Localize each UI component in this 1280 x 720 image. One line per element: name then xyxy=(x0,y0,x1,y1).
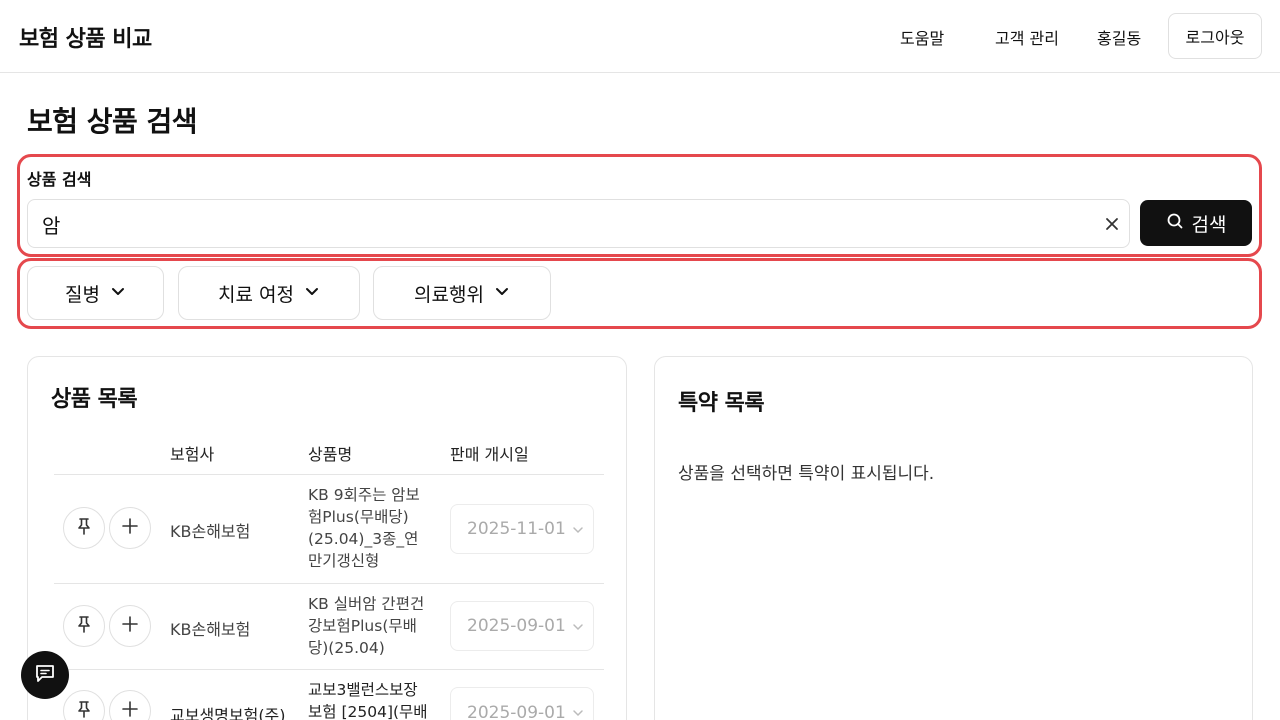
chevron-down-icon xyxy=(571,705,585,720)
rider-empty-message: 상품을 선택하면 특약이 표시됩니다. xyxy=(678,464,935,484)
pin-icon xyxy=(74,516,94,540)
start-date-select[interactable]: 2025-11-01 xyxy=(450,504,594,554)
product-name-cell[interactable]: KB 실버암 간편건 강보험Plus(무배 당)(25.04) xyxy=(308,593,440,659)
product-name-line: 교보3밸런스보장 xyxy=(308,681,418,699)
close-icon[interactable] xyxy=(1101,213,1123,235)
pin-button[interactable] xyxy=(63,605,105,647)
search-icon xyxy=(1166,212,1184,235)
company-cell: 교보생명보험(주) xyxy=(170,706,286,720)
company-cell: KB손해보험 xyxy=(170,522,251,541)
product-list-title: 상품 목록 xyxy=(51,387,138,412)
product-name-line: (25.04)_3종_연 xyxy=(308,530,419,548)
chevron-down-icon xyxy=(571,619,585,639)
row-divider xyxy=(54,583,604,584)
start-date-value: 2025-11-01 xyxy=(467,519,566,539)
filter-label: 치료 여정 xyxy=(218,283,294,306)
product-name-line: 강보험Plus(무배 xyxy=(308,617,417,635)
product-name-cell[interactable]: KB 9회주는 암보 험Plus(무배당) (25.04)_3종_연 만기갱신형 xyxy=(308,484,440,572)
add-product-button[interactable] xyxy=(109,507,151,549)
start-date-select[interactable]: 2025-09-01 xyxy=(450,601,594,651)
search-button[interactable]: 검색 xyxy=(1140,200,1252,246)
plus-icon xyxy=(121,517,139,539)
filter-label: 의료행위 xyxy=(414,283,484,306)
product-name-cell[interactable]: 교보3밸런스보장 보험 [2504](무배 xyxy=(308,679,440,720)
chevron-down-icon xyxy=(494,282,510,304)
logout-button[interactable]: 로그아웃 xyxy=(1168,13,1262,59)
customers-link[interactable]: 고객 관리 xyxy=(995,25,1059,49)
product-name-line: 험Plus(무배당) xyxy=(308,508,409,526)
chat-button[interactable] xyxy=(21,651,69,699)
app-brand[interactable]: 보험 상품 비교 xyxy=(19,21,152,53)
pin-icon xyxy=(74,614,94,638)
page-title: 보험 상품 검색 xyxy=(27,105,198,138)
product-name-line: 만기갱신형 xyxy=(308,552,380,570)
start-date-value: 2025-09-01 xyxy=(467,616,566,636)
add-product-button[interactable] xyxy=(109,605,151,647)
plus-icon xyxy=(121,700,139,720)
product-name-line: KB 실버암 간편건 xyxy=(308,595,425,613)
filter-label: 질병 xyxy=(65,283,100,306)
pin-button[interactable] xyxy=(63,507,105,549)
filter-treatment-journey-dropdown[interactable]: 치료 여정 xyxy=(178,266,360,320)
filter-disease-dropdown[interactable]: 질병 xyxy=(27,266,164,320)
chevron-down-icon xyxy=(571,522,585,542)
column-header-start-date: 판매 개시일 xyxy=(450,445,529,464)
search-field-wrapper[interactable] xyxy=(27,199,1130,248)
pin-icon xyxy=(74,699,94,720)
product-name-line: 당)(25.04) xyxy=(308,639,385,657)
top-navigation-bar: 보험 상품 비교 도움말 고객 관리 홍길동 로그아웃 xyxy=(0,0,1280,73)
table-header-divider xyxy=(54,474,604,475)
search-input[interactable] xyxy=(42,209,1082,239)
help-link[interactable]: 도움말 xyxy=(900,25,944,49)
column-header-company: 보험사 xyxy=(170,445,215,464)
row-divider xyxy=(54,669,604,670)
search-label: 상품 검색 xyxy=(27,170,92,189)
search-button-label: 검색 xyxy=(1191,213,1227,236)
chat-icon xyxy=(33,661,57,689)
chevron-down-icon xyxy=(304,282,320,304)
product-name-line: 보험 [2504](무배 xyxy=(308,703,428,720)
plus-icon xyxy=(121,615,139,637)
start-date-select[interactable]: 2025-09-01 xyxy=(450,687,594,720)
start-date-value: 2025-09-01 xyxy=(467,703,566,720)
user-name[interactable]: 홍길동 xyxy=(1097,25,1141,49)
product-name-line: KB 9회주는 암보 xyxy=(308,486,420,504)
filter-medical-procedure-dropdown[interactable]: 의료행위 xyxy=(373,266,551,320)
company-cell: KB손해보험 xyxy=(170,620,251,639)
chevron-down-icon xyxy=(110,282,126,304)
rider-list-title: 특약 목록 xyxy=(678,391,765,416)
column-header-product: 상품명 xyxy=(308,445,353,464)
